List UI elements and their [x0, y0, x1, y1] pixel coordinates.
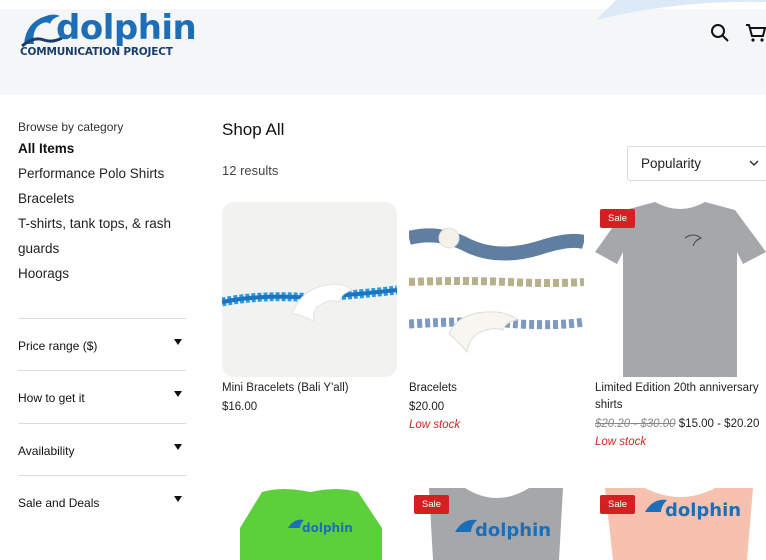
filter-sale-and-deals[interactable]: Sale and Deals	[18, 475, 186, 528]
cart-icon[interactable]	[745, 23, 766, 43]
low-stock-label: Low stock	[595, 436, 647, 448]
category-tshirts-tanks-rash-guards[interactable]: T-shirts, tank tops, & rash	[18, 216, 188, 231]
category-sidebar: Browse by category All Items Performance…	[18, 118, 188, 281]
product-card[interactable]: Mini Bracelets (Bali Y'all) $16.00	[222, 202, 397, 422]
bracelet-image	[222, 283, 397, 324]
caret-down-icon	[174, 339, 182, 345]
bracelets-image	[409, 227, 584, 354]
browse-by-category-label: Browse by category	[18, 120, 124, 134]
filter-how-to-get-it[interactable]: How to get it	[18, 370, 186, 423]
logo-word: dolphin	[56, 8, 197, 48]
svg-text:dolphin: dolphin	[475, 520, 551, 541]
product-price: $20.20 - $30.00 $15.00 - $20.20	[595, 418, 759, 430]
logo-subtitle: COMMUNICATION PROJECT	[20, 46, 173, 58]
product-name[interactable]: Mini Bracelets (Bali Y'all)	[222, 382, 349, 394]
filter-price-range[interactable]: Price range ($)	[18, 318, 186, 371]
product-card[interactable]: dolphin Sale	[595, 488, 766, 560]
filter-label: Price range ($)	[18, 339, 98, 353]
filter-label: Sale and Deals	[18, 496, 100, 510]
product-name[interactable]: Bracelets	[409, 382, 457, 394]
chevron-down-icon	[749, 160, 759, 167]
caret-down-icon	[174, 496, 182, 502]
sale-price: $15.00 - $20.20	[678, 418, 760, 430]
sale-badge: Sale	[600, 495, 636, 514]
product-price: $20.00	[409, 401, 445, 413]
svg-text:dolphin: dolphin	[665, 500, 741, 521]
sale-badge: Sale	[414, 495, 450, 514]
header-wave-decoration	[596, 0, 766, 20]
filter-label: How to get it	[18, 391, 85, 405]
svg-text:dolphin: dolphin	[302, 521, 353, 535]
category-bracelets[interactable]: Bracelets	[18, 191, 188, 206]
gray-tshirt-image	[595, 202, 766, 377]
product-card[interactable]: dolphin	[222, 488, 397, 560]
low-stock-label: Low stock	[409, 419, 461, 431]
product-card[interactable]: dolphin Sale	[409, 488, 584, 560]
caret-down-icon	[174, 391, 182, 397]
sort-selected-value: Popularity	[641, 156, 702, 171]
sort-dropdown[interactable]: Popularity	[627, 146, 766, 181]
green-rash-guard-image: dolphin	[240, 489, 382, 560]
category-performance-polo-shirts[interactable]: Performance Polo Shirts	[18, 166, 188, 181]
search-icon[interactable]	[710, 23, 730, 43]
site-header: dolphin COMMUNICATION PROJECT	[0, 0, 766, 95]
sale-badge: Sale	[600, 209, 636, 228]
category-all-items[interactable]: All Items	[18, 141, 188, 156]
product-card[interactable]: Sale Limited Edition 20th anniversary sh…	[595, 202, 766, 452]
product-name-line2[interactable]: shirts	[595, 399, 622, 411]
original-price: $20.20 - $30.00	[595, 418, 676, 430]
filter-label: Availability	[18, 444, 75, 458]
product-image[interactable]	[409, 202, 584, 377]
product-name[interactable]: Limited Edition 20th anniversary	[595, 382, 759, 394]
category-hoorags[interactable]: Hoorags	[18, 266, 188, 281]
product-image[interactable]: dolphin	[222, 488, 397, 560]
product-price: $16.00	[222, 401, 258, 413]
caret-down-icon	[174, 444, 182, 450]
filter-availability[interactable]: Availability	[18, 423, 186, 476]
results-count: 12 results	[222, 163, 279, 178]
page-title: Shop All	[222, 120, 285, 139]
product-image[interactable]	[595, 202, 766, 377]
product-image[interactable]	[222, 202, 397, 377]
product-card[interactable]: Bracelets $20.00 Low stock	[409, 202, 584, 442]
category-tshirts-tanks-rash-guards-cont[interactable]: guards	[18, 241, 188, 256]
site-logo[interactable]: dolphin COMMUNICATION PROJECT	[18, 8, 197, 70]
